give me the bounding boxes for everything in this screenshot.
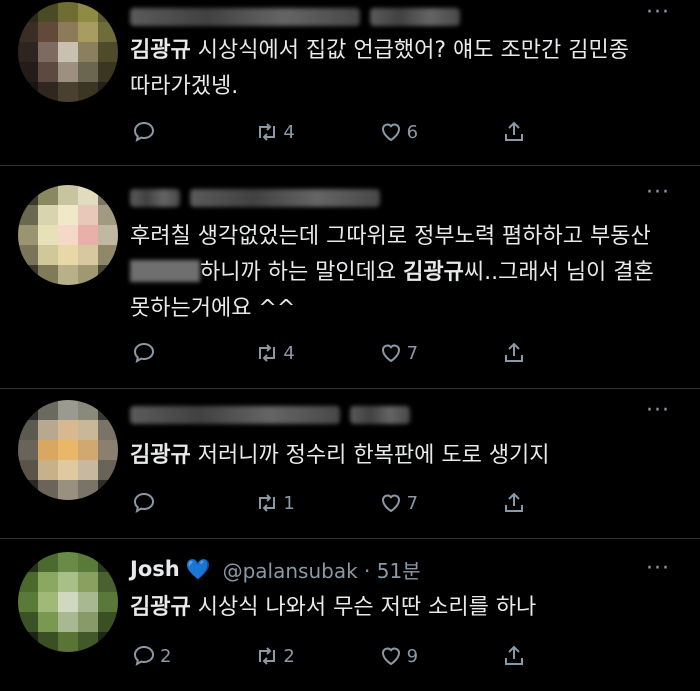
blurred-handle (190, 189, 380, 207)
retweet-button[interactable]: 4 (255, 341, 335, 365)
tweet-header (130, 400, 410, 430)
mention-name[interactable]: 김광규 (403, 260, 464, 285)
tweet-actions: 17 (132, 491, 582, 515)
tweet-actions: 2 2 9 (132, 644, 582, 668)
tweet-actions: 46 (132, 120, 582, 144)
retweet-button[interactable]: 2 (255, 644, 335, 668)
tweet-text: 김광규 시상식 나와서 무슨 저딴 소리를 하나 (130, 590, 670, 626)
reply-bubble-icon (132, 120, 156, 144)
retweet-count: 1 (283, 492, 295, 514)
like-count: 7 (406, 342, 419, 364)
text-segment: 하니까 하는 말인데요 (200, 260, 404, 285)
retweet-count: 4 (283, 121, 295, 143)
reply-bubble-icon (132, 644, 156, 668)
more-horizontal-icon[interactable]: ··· (646, 180, 670, 205)
share-button[interactable] (502, 341, 582, 365)
reply-feed: ··· 김광규 시상식에서 집값 언급했어? 얘도 조만간 김민종 따라가겠넹.… (0, 0, 700, 691)
retweet-icon (255, 120, 279, 144)
tweet[interactable]: ··· 김광규 저러니까 정수리 한복판에 도로 생기지 17 (0, 388, 700, 539)
reply-button[interactable] (132, 491, 212, 515)
avatar[interactable] (18, 552, 118, 652)
retweet-count: 2 (283, 645, 295, 667)
avatar[interactable] (18, 400, 118, 500)
tweet-actions: 47 (132, 341, 582, 365)
retweet-count: 4 (283, 342, 295, 364)
like-button[interactable]: 9 (379, 644, 459, 668)
blurred-handle (350, 406, 410, 424)
text-segment: 시상식에서 집값 언급했어? 얘도 조만간 김민종 따라가겠넹. (130, 38, 629, 99)
tweet[interactable]: ··· 후려칠 생각없었는데 그따위로 정부노력 폄하하고 부동산 하니까 하는… (0, 165, 700, 389)
reply-button[interactable]: 2 (132, 644, 212, 668)
like-count: 9 (406, 645, 419, 667)
like-count: 7 (406, 492, 419, 514)
more-horizontal-icon[interactable]: ··· (646, 398, 670, 423)
reply-button[interactable] (132, 341, 212, 365)
heart-icon (379, 120, 403, 144)
share-button[interactable] (502, 491, 582, 515)
more-horizontal-icon[interactable]: ··· (646, 556, 670, 581)
censored-text (130, 260, 200, 282)
heart-icon (379, 644, 403, 668)
share-button[interactable] (502, 644, 582, 668)
blue-heart-emoji: 💙 (185, 557, 211, 581)
retweet-icon (255, 341, 279, 365)
more-horizontal-icon[interactable]: ··· (646, 0, 670, 25)
tweet-header (130, 2, 460, 32)
handle-and-time[interactable]: @palansubak · 51분 (223, 555, 421, 584)
heart-icon (379, 341, 403, 365)
share-button[interactable] (502, 120, 582, 144)
reply-button[interactable] (132, 120, 212, 144)
mention-name[interactable]: 김광규 (130, 38, 191, 63)
blurred-handle (370, 8, 460, 26)
reply-bubble-icon (132, 341, 156, 365)
text-segment: 저러니까 정수리 한복판에 도로 생기지 (190, 443, 550, 468)
share-icon (502, 120, 526, 144)
like-button[interactable]: 6 (379, 120, 459, 144)
blurred-username (130, 8, 360, 26)
tweet[interactable]: Josh 💙 @palansubak · 51분 ··· 김광규 시상식 나와서… (0, 538, 700, 691)
tweet-header: Josh 💙 @palansubak · 51분 (130, 554, 421, 584)
tweet[interactable]: ··· 김광규 시상식에서 집값 언급했어? 얘도 조만간 김민종 따라가겠넹.… (0, 0, 700, 166)
like-count: 6 (406, 121, 419, 143)
avatar[interactable] (18, 2, 118, 102)
retweet-icon (255, 491, 279, 515)
share-icon (502, 341, 526, 365)
text-segment: 시상식 나와서 무슨 저딴 소리를 하나 (190, 595, 537, 620)
tweet-header (130, 183, 380, 213)
heart-icon (379, 491, 403, 515)
tweet-text: 김광규 저러니까 정수리 한복판에 도로 생기지 (130, 438, 670, 474)
tweet-text: 김광규 시상식에서 집값 언급했어? 얘도 조만간 김민종 따라가겠넹. (130, 33, 670, 105)
share-icon (502, 644, 526, 668)
mention-name[interactable]: 김광규 (130, 595, 191, 620)
blurred-username (130, 406, 340, 424)
mention-name[interactable]: 김광규 (130, 443, 191, 468)
retweet-button[interactable]: 1 (255, 491, 335, 515)
text-segment: 후려칠 생각없었는데 그따위로 정부노력 폄하하고 부동산 (130, 224, 651, 249)
tweet-text: 후려칠 생각없었는데 그따위로 정부노력 폄하하고 부동산 하니까 하는 말인데… (130, 219, 670, 327)
blurred-username (130, 189, 180, 207)
display-name[interactable]: Josh (130, 557, 180, 581)
reply-bubble-icon (132, 491, 156, 515)
avatar[interactable] (18, 185, 118, 285)
like-button[interactable]: 7 (379, 341, 459, 365)
retweet-icon (255, 644, 279, 668)
like-button[interactable]: 7 (379, 491, 459, 515)
retweet-button[interactable]: 4 (255, 120, 335, 144)
reply-count: 2 (160, 645, 172, 667)
share-icon (502, 491, 526, 515)
